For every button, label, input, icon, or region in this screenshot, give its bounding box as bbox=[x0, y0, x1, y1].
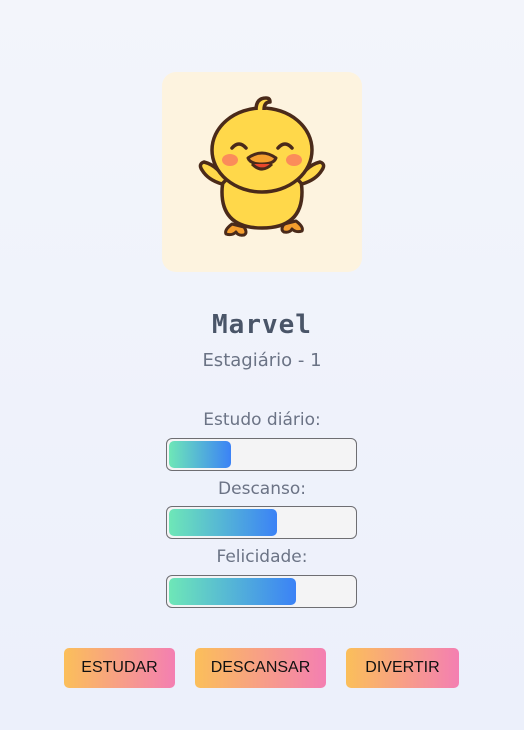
rest-progress-bar bbox=[166, 506, 357, 539]
study-button[interactable]: ESTUDAR bbox=[64, 648, 175, 688]
pet-avatar-card bbox=[162, 72, 362, 272]
study-progress-bar bbox=[166, 438, 357, 471]
duck-icon bbox=[198, 96, 326, 237]
stat-label-rest: Descanso: bbox=[218, 479, 306, 499]
rest-button[interactable]: DESCANSAR bbox=[195, 648, 326, 688]
pet-level: Estagiário - 1 bbox=[202, 350, 322, 371]
pet-name: Marvel bbox=[212, 310, 312, 340]
study-progress-fill bbox=[169, 441, 231, 468]
fun-button[interactable]: DIVERTIR bbox=[346, 648, 459, 688]
happiness-progress-bar bbox=[166, 575, 357, 608]
rest-progress-fill bbox=[169, 509, 277, 536]
stat-label-study: Estudo diário: bbox=[203, 410, 321, 430]
stat-label-happiness: Felicidade: bbox=[216, 547, 308, 567]
happiness-progress-fill bbox=[169, 578, 296, 605]
